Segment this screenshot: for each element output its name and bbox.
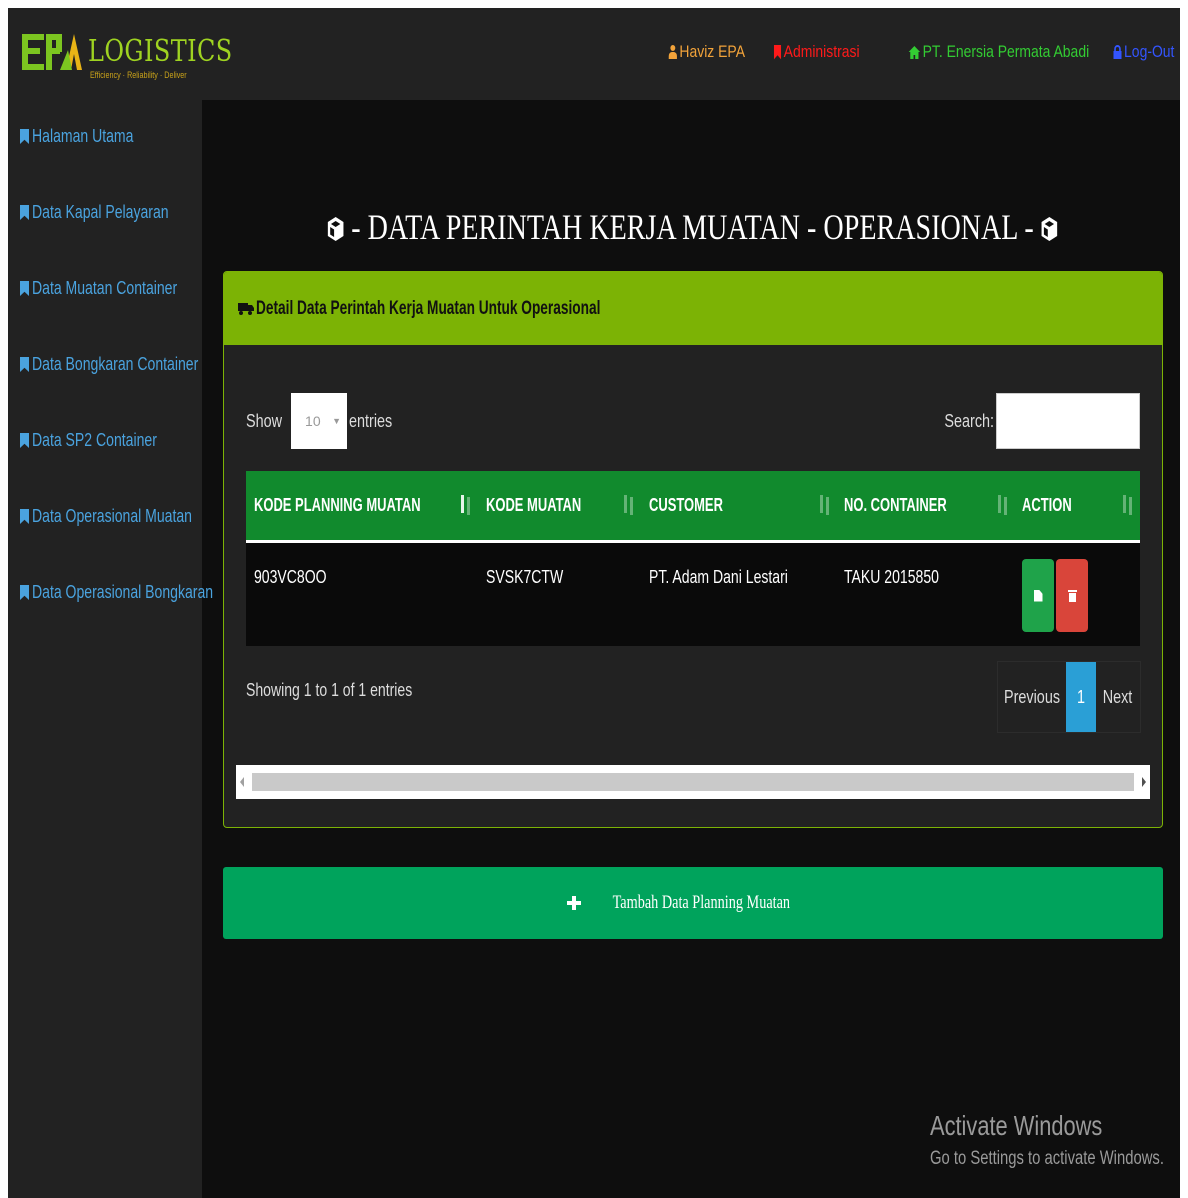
column-header-customer[interactable]: CUSTOMER [649,471,752,540]
company-name: PT. Enersia Permata Abadi [922,42,1090,61]
entries-select[interactable]: 10 ▼ [291,393,348,449]
sidebar-item-data-operasional-muatan[interactable]: Data Operasional Muatan [20,506,237,527]
panel-heading-text: Detail Data Perintah Kerja Muatan Untuk … [256,297,601,319]
sidebar-item-label: Data Bongkaran Container [32,354,199,374]
trash-icon [1067,589,1077,602]
column-header-kode-planning[interactable]: KODE PLANNING MUATAN [254,471,485,540]
sidebar-item-label: Data Operasional Muatan [32,506,192,526]
bookmark-icon [20,281,29,296]
home-icon [909,45,921,59]
sidebar-item-halaman-utama[interactable]: Halaman Utama [20,126,162,147]
page-title-text: - DATA PERINTAH KERJA MUATAN - OPERASION… [344,207,1042,247]
pagination-page-current[interactable]: 1 [1066,662,1096,732]
data-table: KODE PLANNING MUATAN KODE MUATAN CUSTOME… [246,471,1140,646]
cell-kode-planning: 903VC8OO [254,567,327,587]
edit-button[interactable] [1022,559,1054,632]
search-control: Search: [932,393,1140,449]
column-header-action[interactable]: ACTION [1022,471,1091,540]
company-link[interactable]: PT. Enersia Permata Abadi [909,42,1090,62]
sidebar-item-data-muatan-container[interactable]: Data Muatan Container [20,278,218,299]
brand-tagline: Efficiency · Reliability · Deliver [90,70,187,80]
horizontal-scrollbar[interactable] [236,765,1150,799]
show-label: Show [246,410,283,431]
panel-heading: Detail Data Perintah Kerja Muatan Untuk … [224,272,1162,345]
scroll-left-icon[interactable] [240,777,244,787]
entries-label: entries [349,410,393,431]
column-header-kode-muatan[interactable]: KODE MUATAN [486,471,618,540]
table-info: Showing 1 to 1 of 1 entries [246,680,413,700]
entries-length-control: Show 10 ▼ entries [246,393,403,449]
box-icon [1042,217,1058,241]
sidebar-item-label: Data Muatan Container [32,278,178,298]
table-header: KODE PLANNING MUATAN KODE MUATAN CUSTOME… [246,471,1140,543]
sidebar-item-label: Data Operasional Bongkaran [32,582,214,602]
logout-label: Log-Out [1123,42,1174,61]
user-name: Haviz EPA [679,42,745,61]
lock-icon [1112,45,1122,59]
bookmark-icon [20,585,29,600]
chevron-down-icon: ▼ [332,416,342,426]
entries-select-value: 10 [305,413,321,429]
page-title: - DATA PERINTAH KERJA MUATAN - OPERASION… [223,206,1163,248]
top-navbar: LOGISTICS Efficiency · Reliability · Del… [8,8,1180,100]
watermark-title: Activate Windows [930,1110,1103,1141]
sort-icon [460,495,472,515]
bookmark-icon [20,357,29,372]
pagination: Previous 1 Next [997,661,1141,733]
logout-link[interactable]: Log-Out [1112,42,1174,62]
epa-logo-icon [22,34,82,70]
sidebar-item-data-kapal-pelayaran[interactable]: Data Kapal Pelayaran [20,202,207,223]
pagination-next[interactable]: Next [1096,662,1140,732]
pagination-previous[interactable]: Previous [998,662,1066,732]
top-nav-links: Haviz EPA Administrasi PT. Enersia Perma… [668,42,1174,62]
sidebar-item-data-bongkaran-container[interactable]: Data Bongkaran Container [20,354,245,375]
cell-kode-muatan: SVSK7CTW [486,567,564,587]
bookmark-icon [20,433,29,448]
administrasi-link[interactable]: Administrasi [773,42,860,62]
plus-icon [566,896,581,910]
sort-icon [1122,495,1134,515]
truck-icon [238,302,254,315]
search-label: Search: [944,410,994,431]
sidebar-item-label: Data SP2 Container [32,430,157,450]
sidebar-item-label: Halaman Utama [32,126,134,146]
bookmark-icon [20,509,29,524]
windows-activation-watermark: Activate Windows Go to Settings to activ… [930,1110,1180,1170]
column-header-no-container[interactable]: NO. CONTAINER [844,471,987,540]
sort-icon [997,495,1009,515]
user-link[interactable]: Haviz EPA [668,42,745,62]
bookmark-icon [773,44,782,60]
data-panel: Detail Data Perintah Kerja Muatan Untuk … [223,271,1163,828]
app-window: LOGISTICS Efficiency · Reliability · Del… [8,8,1180,1198]
file-icon [1033,589,1043,602]
sidebar: Halaman Utama Data Kapal Pelayaran Data … [8,100,213,1198]
sort-icon [819,495,831,515]
sort-icon [623,495,635,515]
sidebar-item-data-sp2-container[interactable]: Data SP2 Container [20,430,192,451]
add-planning-button[interactable]: Tambah Data Planning Muatan [223,867,1163,939]
brand-logo[interactable]: LOGISTICS Efficiency · Reliability · Del… [22,30,232,86]
brand-name: LOGISTICS [88,34,233,69]
delete-button[interactable] [1056,559,1088,632]
cell-no-container: TAKU 2015850 [844,567,939,587]
search-input[interactable] [996,393,1140,449]
watermark-subtitle: Go to Settings to activate Windows. [930,1148,1164,1169]
add-planning-label: Tambah Data Planning Muatan [612,892,790,913]
cell-customer: PT. Adam Dani Lestari [649,567,788,587]
sidebar-item-label: Data Kapal Pelayaran [32,202,169,222]
scroll-right-icon[interactable] [1142,777,1146,787]
bookmark-icon [20,205,29,220]
box-icon [328,217,344,241]
role-label: Administrasi [783,42,860,61]
user-icon [668,45,677,59]
bookmark-icon [20,129,29,144]
scrollbar-thumb[interactable] [252,773,1134,791]
table-row: 903VC8OO SVSK7CTW PT. Adam Dani Lestari … [246,543,1140,646]
